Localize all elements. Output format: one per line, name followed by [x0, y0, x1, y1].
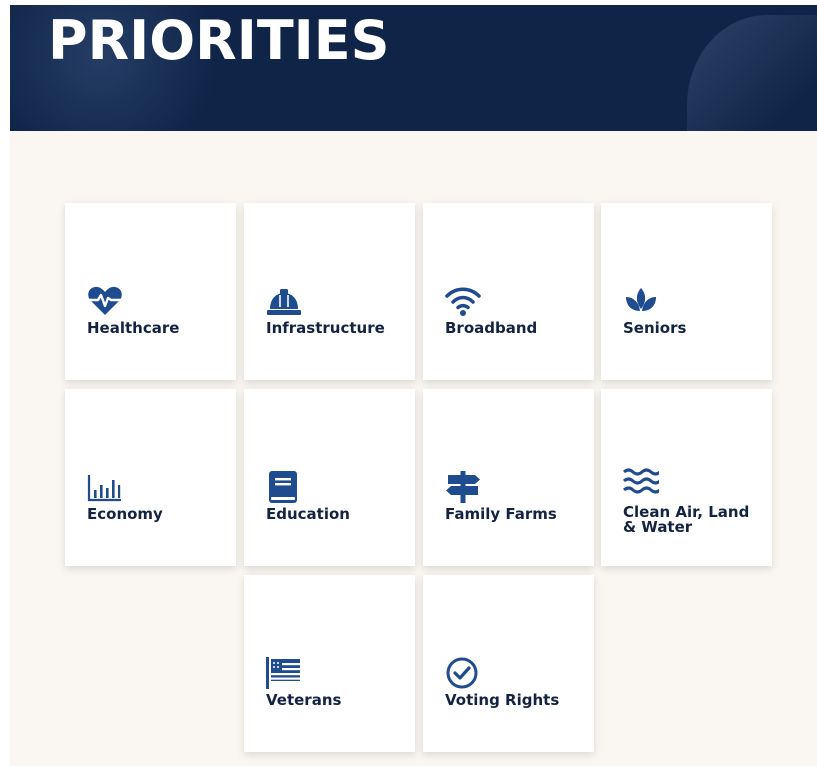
tile-label: Healthcare — [87, 319, 180, 337]
tile-label: Clean Air, Land & Water — [623, 503, 750, 536]
book-icon — [266, 471, 302, 503]
hero-background-image-right — [687, 15, 817, 131]
signpost-icon — [445, 471, 481, 503]
tile-label: Broadband — [445, 319, 538, 337]
priority-tile-clean-air-land-water[interactable]: Clean Air, Land & Water — [601, 389, 772, 566]
tile-label: Veterans — [266, 691, 342, 709]
priority-tile-broadband[interactable]: Broadband — [423, 203, 594, 380]
check-circle-icon — [445, 657, 481, 689]
flag-icon — [266, 657, 302, 689]
tile-label: Seniors — [623, 319, 687, 337]
bar-chart-icon — [87, 471, 123, 503]
tile-label: Infrastructure — [266, 319, 385, 337]
priorities-section: Healthcare Infrastructure Broadband Seni… — [10, 131, 817, 766]
page-title: PRIORITIES — [48, 9, 390, 72]
tile-label: Family Farms — [445, 505, 557, 523]
priority-tile-voting-rights[interactable]: Voting Rights — [423, 575, 594, 752]
waves-icon — [623, 466, 659, 498]
hard-hat-icon — [266, 285, 302, 317]
priority-tile-infrastructure[interactable]: Infrastructure — [244, 203, 415, 380]
hero-banner: PRIORITIES — [10, 5, 817, 131]
wifi-icon — [445, 285, 481, 317]
priority-tile-education[interactable]: Education — [244, 389, 415, 566]
priority-tile-veterans[interactable]: Veterans — [244, 575, 415, 752]
priority-tile-seniors[interactable]: Seniors — [601, 203, 772, 380]
heart-pulse-icon — [87, 285, 123, 317]
tile-label: Voting Rights — [445, 691, 560, 709]
priority-tile-healthcare[interactable]: Healthcare — [65, 203, 236, 380]
lotus-icon — [623, 285, 659, 317]
tile-label: Economy — [87, 505, 163, 523]
tile-label: Education — [266, 505, 350, 523]
priority-tile-economy[interactable]: Economy — [65, 389, 236, 566]
priority-tile-family-farms[interactable]: Family Farms — [423, 389, 594, 566]
